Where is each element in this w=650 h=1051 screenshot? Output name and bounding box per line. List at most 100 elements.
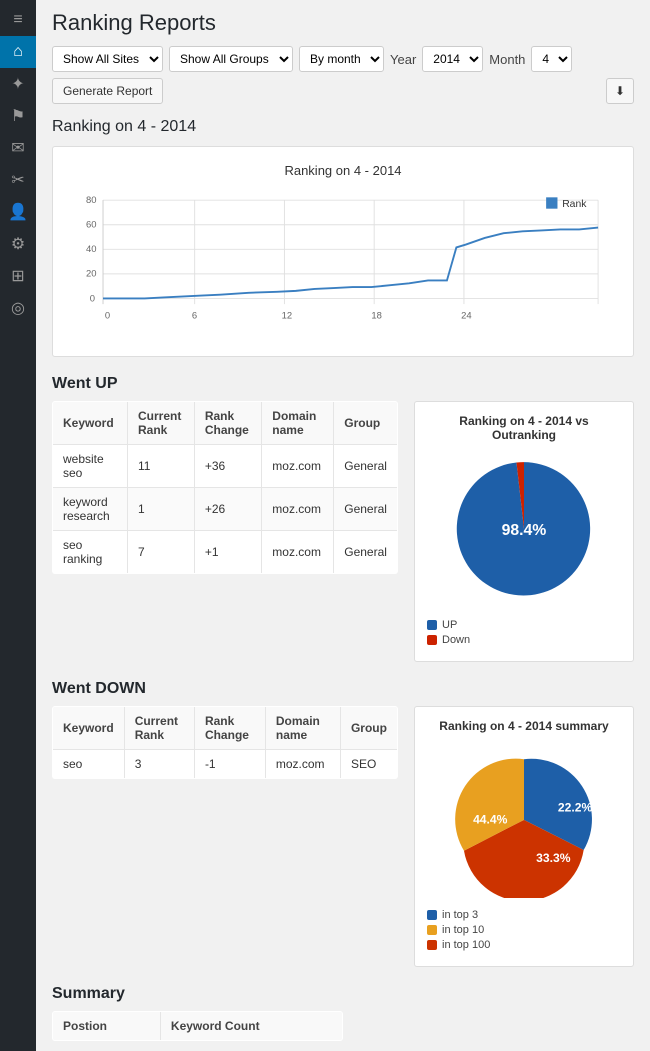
sidebar-tool-icon[interactable]: ✂ [0, 164, 36, 196]
svg-text:0: 0 [105, 310, 110, 321]
table-cell: +1 [194, 531, 261, 574]
month-select[interactable]: 4 [531, 46, 572, 72]
col-keyword-count: Keyword Count [160, 1012, 342, 1041]
sidebar-settings-icon[interactable]: ⚙ [0, 228, 36, 260]
table-cell: General [334, 488, 398, 531]
sidebar-star-icon[interactable]: ✦ [0, 68, 36, 100]
down-dot [427, 635, 437, 645]
went-down-table: Keyword Current Rank Rank Change Domain … [52, 706, 398, 779]
pie2-chart: 22.2% 33.3% 44.4% [427, 741, 621, 899]
went-up-table-col: Keyword Current Rank Rank Change Domain … [52, 401, 398, 574]
table-cell: SEO [340, 749, 397, 778]
sidebar-menu-icon[interactable]: ≡ [0, 4, 36, 36]
table-cell: moz.com [265, 749, 340, 778]
chart-title: Ranking on 4 - 2014 [69, 163, 617, 178]
svg-text:33.3%: 33.3% [536, 851, 571, 865]
sidebar-user-icon[interactable]: 👤 [0, 196, 36, 228]
sidebar-home-icon[interactable]: ⌂ [0, 36, 36, 68]
table-cell: moz.com [262, 445, 334, 488]
table-row: seo ranking7+1moz.comGeneral [53, 531, 398, 574]
svg-text:80: 80 [86, 195, 97, 206]
svg-text:24: 24 [461, 310, 472, 321]
pie1-title: Ranking on 4 - 2014 vs Outranking [427, 414, 621, 442]
main-content: Ranking Reports Show All Sites Show All … [36, 0, 650, 1051]
table-cell: 7 [128, 531, 195, 574]
top100-dot [427, 940, 437, 950]
toolbar: Show All Sites Show All Groups By month … [52, 46, 634, 104]
table-row: seo3-1moz.comSEO [53, 749, 398, 778]
table-cell: -1 [194, 749, 265, 778]
svg-text:6: 6 [192, 310, 197, 321]
year-label: Year [390, 52, 416, 67]
pie2-box: Ranking on 4 - 2014 summary 22.2% [414, 706, 634, 968]
table-cell: General [334, 445, 398, 488]
month-label: Month [489, 52, 525, 67]
table-cell: 1 [128, 488, 195, 531]
svg-text:22.2%: 22.2% [558, 800, 593, 814]
col-rank-change: Rank Change [194, 402, 261, 445]
svg-text:44.4%: 44.4% [473, 812, 508, 826]
sidebar: ≡ ⌂ ✦ ⚑ ✉ ✂ 👤 ⚙ ⊞ ◎ [0, 0, 36, 1051]
sidebar-flag-icon[interactable]: ⚑ [0, 100, 36, 132]
svg-text:98.4%: 98.4% [502, 522, 547, 539]
down-label: Down [442, 634, 470, 646]
table-cell: 3 [124, 749, 194, 778]
col-domain: Domain name [262, 402, 334, 445]
year-select[interactable]: 2014 [422, 46, 483, 72]
line-chart: 80 60 40 20 0 0 6 12 18 24 [69, 186, 617, 337]
pie1-legend-down: Down [427, 634, 621, 646]
top100-label: in top 100 [442, 939, 490, 951]
up-label: UP [442, 619, 457, 631]
sidebar-circle-icon[interactable]: ◎ [0, 292, 36, 324]
pie2-legend-top100: in top 100 [427, 939, 621, 951]
top3-label: in top 3 [442, 909, 478, 921]
svg-text:18: 18 [371, 310, 382, 321]
summary-title: Summary [52, 985, 634, 1003]
period-select[interactable]: By month By year [299, 46, 384, 72]
up-dot [427, 620, 437, 630]
went-up-section: Went UP Keyword Current Rank Rank Change… [52, 375, 634, 662]
went-down-row: Keyword Current Rank Rank Change Domain … [52, 706, 634, 968]
table-cell: General [334, 531, 398, 574]
pie2-title: Ranking on 4 - 2014 summary [427, 719, 621, 733]
pie1-legend: UP Down [427, 619, 621, 646]
table-cell: keyword research [53, 488, 128, 531]
download-button[interactable]: ⬇ [606, 78, 634, 104]
svg-text:60: 60 [86, 220, 97, 231]
col-current-rank: Current Rank [128, 402, 195, 445]
summary-section: Summary Postion Keyword Count [52, 985, 634, 1041]
svg-text:Rank: Rank [562, 199, 587, 210]
pie2-legend-top3: in top 3 [427, 909, 621, 921]
sidebar-comment-icon[interactable]: ✉ [0, 132, 36, 164]
went-up-title: Went UP [52, 375, 634, 393]
table-cell: moz.com [262, 488, 334, 531]
generate-button[interactable]: Generate Report [52, 78, 163, 104]
table-cell: moz.com [262, 531, 334, 574]
went-down-section: Went DOWN Keyword Current Rank Rank Chan… [52, 680, 634, 968]
svg-text:12: 12 [282, 310, 293, 321]
sidebar-grid-icon[interactable]: ⊞ [0, 260, 36, 292]
svg-text:0: 0 [90, 293, 95, 304]
top10-dot [427, 925, 437, 935]
table-cell: 11 [128, 445, 195, 488]
table-cell: +26 [194, 488, 261, 531]
site-select[interactable]: Show All Sites [52, 46, 163, 72]
svg-text:40: 40 [86, 244, 97, 255]
col-keyword: Keyword [53, 402, 128, 445]
summary-table: Postion Keyword Count [52, 1011, 343, 1041]
col-current-rank-d: Current Rank [124, 706, 194, 749]
pie1-box: Ranking on 4 - 2014 vs Outranking 98.4% [414, 401, 634, 662]
pie2-col: Ranking on 4 - 2014 summary 22.2% [414, 706, 634, 968]
ranking-title: Ranking on 4 - 2014 [52, 118, 634, 136]
pie1-col: Ranking on 4 - 2014 vs Outranking 98.4% [414, 401, 634, 662]
table-cell: seo [53, 749, 125, 778]
table-cell: +36 [194, 445, 261, 488]
pie1-chart: 98.4% [427, 450, 621, 608]
col-keyword-d: Keyword [53, 706, 125, 749]
group-select[interactable]: Show All Groups [169, 46, 293, 72]
table-row: keyword research1+26moz.comGeneral [53, 488, 398, 531]
went-up-table: Keyword Current Rank Rank Change Domain … [52, 401, 398, 574]
col-group-d: Group [340, 706, 397, 749]
table-row: website seo11+36moz.comGeneral [53, 445, 398, 488]
col-rank-change-d: Rank Change [194, 706, 265, 749]
